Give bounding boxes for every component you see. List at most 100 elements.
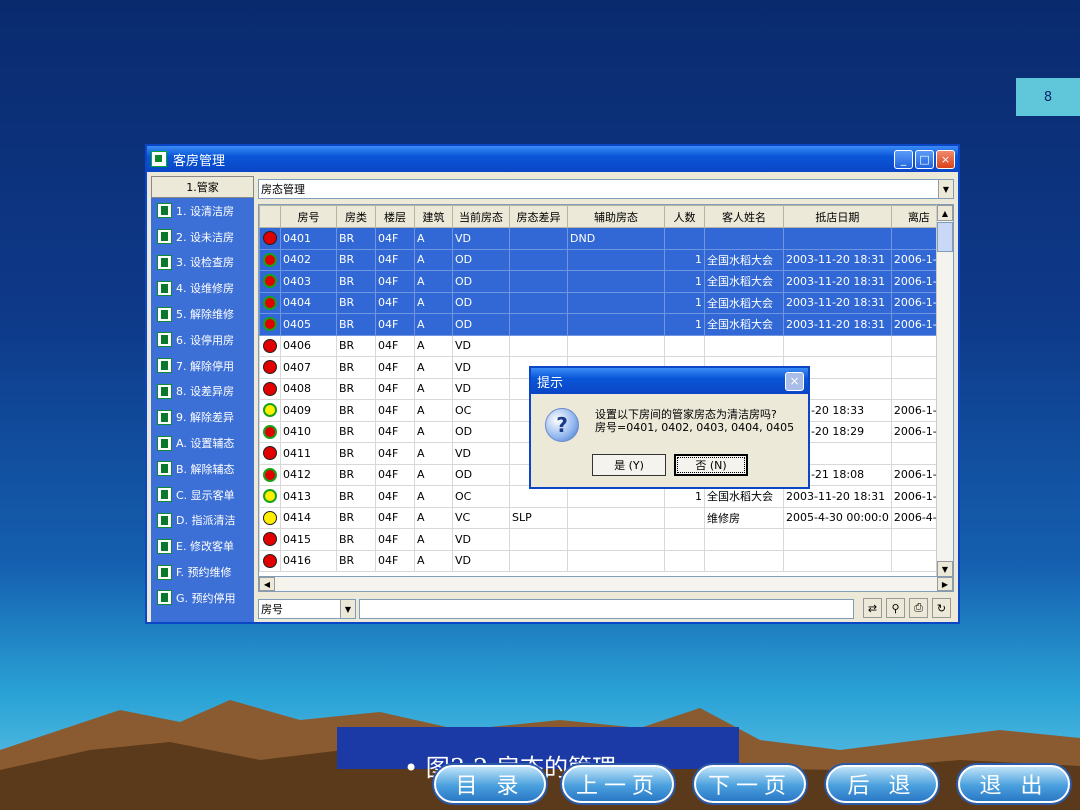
sidebar-item[interactable]: 5. 解除维修 — [151, 301, 254, 327]
yes-button[interactable]: 是 (Y) — [592, 454, 666, 476]
scroll-left-icon[interactable]: ◀ — [259, 577, 275, 591]
sidebar-item[interactable]: B. 解除辅态 — [151, 456, 254, 482]
table-cell — [567, 248, 665, 271]
no-button[interactable]: 否 (N) — [674, 454, 748, 476]
sidebar-item-label: 6. 设停用房 — [176, 333, 234, 347]
search-input[interactable] — [359, 599, 854, 619]
sidebar-item-label: G. 预约停用 — [176, 591, 236, 605]
scroll-right-icon[interactable]: ▶ — [937, 577, 953, 591]
chevron-down-icon[interactable]: ▼ — [340, 600, 355, 618]
maximize-button[interactable]: □ — [915, 149, 934, 169]
table-cell: A — [414, 227, 453, 250]
sidebar-item[interactable]: A. 设置辅态 — [151, 430, 254, 456]
column-header[interactable]: 建筑 — [414, 205, 453, 228]
sidebar-item[interactable]: 4. 设维修房 — [151, 275, 254, 301]
column-header[interactable]: 房态差异 — [509, 205, 568, 228]
sidebar-item[interactable]: 7. 解除停用 — [151, 353, 254, 379]
sidebar-item[interactable]: E. 修改客单 — [151, 533, 254, 559]
scroll-thumb[interactable] — [937, 222, 953, 252]
table-cell: A — [414, 248, 453, 271]
column-header[interactable]: 人数 — [664, 205, 705, 228]
sidebar-item[interactable]: 9. 解除差异 — [151, 404, 254, 430]
sidebar-item-label: D. 指派清洁 — [176, 514, 236, 528]
print-icon[interactable]: ⎙ — [909, 598, 928, 618]
table-cell — [509, 270, 568, 293]
sidebar-item[interactable]: 8. 设差异房 — [151, 379, 254, 405]
table-cell: VC — [452, 506, 510, 529]
sidebar-item[interactable]: C. 显示客单 — [151, 482, 254, 508]
column-header[interactable]: 房类 — [336, 205, 376, 228]
sidebar-item[interactable]: 2. 设未洁房 — [151, 224, 254, 250]
sidebar-item[interactable]: G. 预约停用 — [151, 585, 254, 611]
prev-page-button[interactable]: 上一页 — [562, 765, 674, 803]
column-header[interactable]: 抵店日期 — [783, 205, 892, 228]
dialog-close-icon[interactable]: × — [785, 371, 804, 391]
sidebar-item[interactable]: 3. 设检查房 — [151, 250, 254, 276]
table-cell — [567, 291, 665, 314]
table-cell: OD — [452, 463, 510, 486]
table-cell: VD — [452, 377, 510, 400]
app-icon — [151, 151, 167, 167]
sidebar-item-label: 7. 解除停用 — [176, 359, 234, 373]
table-cell: 04F — [375, 356, 415, 379]
binoculars-search-icon[interactable]: ⚲ — [886, 598, 905, 618]
next-page-button[interactable]: 下一页 — [694, 765, 806, 803]
sidebar-item[interactable]: F. 预约维修 — [151, 559, 254, 585]
column-header[interactable]: 房号 — [280, 205, 337, 228]
scroll-down-icon[interactable]: ▼ — [937, 561, 953, 577]
table-row[interactable]: 0403 BR 04F A OD 1 全国水稻大会 2003-11-20 18:31 2006-… — [259, 270, 952, 293]
room-status-icon — [263, 252, 277, 267]
column-header[interactable]: 客人姓名 — [704, 205, 784, 228]
table-cell: 2003-11-20 18:31 — [783, 270, 892, 293]
status-cell — [259, 313, 281, 336]
table-cell — [704, 528, 784, 551]
question-icon: ? — [545, 408, 579, 442]
sidebar-item[interactable]: D. 指派清洁 — [151, 508, 254, 534]
exit-button[interactable]: 退 出 — [958, 765, 1070, 803]
table-row[interactable]: 0415 BR 04F A VD — [259, 528, 952, 551]
table-row[interactable]: 0414 BR 04F A VC SLP 维修房 2005-4-30 00:00:0 2006-… — [259, 506, 952, 529]
table-cell: 全国水稻大会 — [704, 248, 784, 271]
status-cell — [259, 377, 281, 400]
table-cell — [783, 227, 892, 250]
table-cell — [664, 506, 705, 529]
contents-button[interactable]: 目 录 — [434, 765, 546, 803]
search-field-select[interactable]: 房号 ▼ — [258, 599, 356, 619]
chevron-down-icon[interactable]: ▼ — [938, 180, 953, 198]
action-icon — [157, 512, 172, 528]
table-row[interactable]: 0406 BR 04F A VD — [259, 334, 952, 357]
window-titlebar[interactable]: 客房管理 _ □ × — [147, 146, 958, 172]
refresh-arrows-icon[interactable]: ⇄ — [863, 598, 882, 618]
back-button[interactable]: 后 退 — [826, 765, 938, 803]
table-cell: VD — [452, 227, 510, 250]
table-cell: 04F — [375, 399, 415, 422]
table-cell: A — [414, 442, 453, 465]
table-cell: A — [414, 485, 453, 508]
table-cell: A — [414, 528, 453, 551]
table-row[interactable]: 0401 BR 04F A VD DND — [259, 227, 952, 250]
column-header[interactable]: 辅助房态 — [567, 205, 665, 228]
column-header[interactable]: 楼层 — [375, 205, 415, 228]
sidebar-item-label: 5. 解除维修 — [176, 308, 234, 322]
table-row[interactable]: 0404 BR 04F A OD 1 全国水稻大会 2003-11-20 18:31 2006-… — [259, 291, 952, 314]
sidebar-header[interactable]: 1.管家 — [151, 176, 254, 198]
table-cell: BR — [336, 549, 376, 572]
table-row[interactable]: 0416 BR 04F A VD — [259, 549, 952, 572]
horizontal-scrollbar[interactable]: ◀ ▶ — [258, 576, 954, 592]
column-header[interactable]: 当前房态 — [452, 205, 510, 228]
minimize-button[interactable]: _ — [894, 149, 913, 169]
status-cell — [259, 549, 281, 572]
close-button[interactable]: × — [936, 149, 955, 169]
sidebar-item[interactable]: 6. 设停用房 — [151, 327, 254, 353]
room-status-icon — [263, 532, 277, 547]
reload-icon[interactable]: ↻ — [932, 598, 951, 618]
vertical-scrollbar[interactable]: ▲ ▼ — [936, 205, 953, 577]
dialog-titlebar[interactable]: 提示 × — [531, 368, 808, 394]
table-row[interactable]: 0405 BR 04F A OD 1 全国水稻大会 2003-11-20 18:31 2006-… — [259, 313, 952, 336]
view-select[interactable]: 房态管理 ▼ — [258, 179, 954, 199]
sidebar-item[interactable]: 1. 设清洁房 — [151, 198, 254, 224]
table-cell: 2003-11-20 18:31 — [783, 248, 892, 271]
scroll-up-icon[interactable]: ▲ — [937, 205, 953, 221]
sidebar-item-label: E. 修改客单 — [176, 540, 234, 554]
table-row[interactable]: 0402 BR 04F A OD 1 全国水稻大会 2003-11-20 18:31 2006-… — [259, 248, 952, 271]
